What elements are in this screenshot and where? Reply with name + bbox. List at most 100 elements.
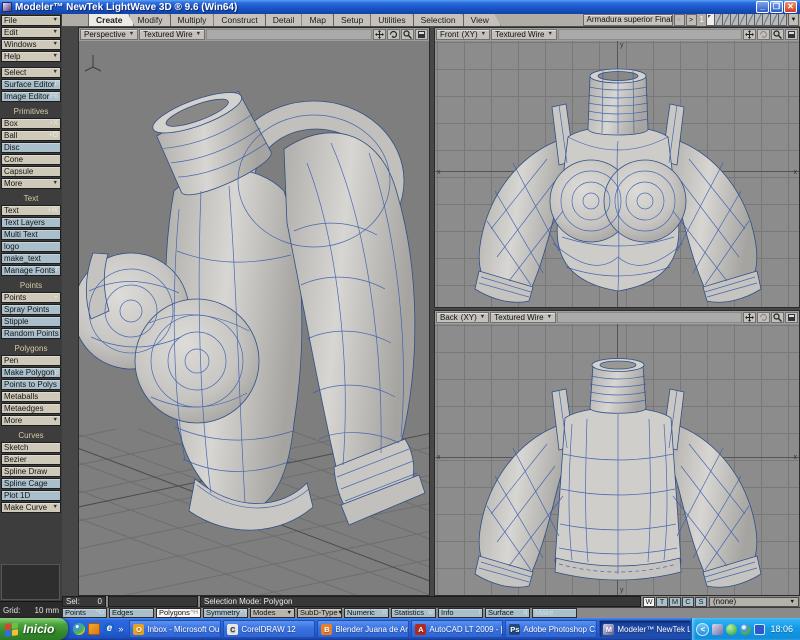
image-editor-button[interactable]: Image Editor F6 (1, 91, 61, 102)
logo-button[interactable]: logo (1, 241, 61, 252)
metaedges-button[interactable]: Metaedges (1, 403, 61, 414)
rotate-icon[interactable] (387, 29, 400, 40)
perspective-canvas[interactable] (79, 41, 429, 595)
symmetry-button[interactable]: Symmetry +Y (203, 608, 248, 618)
task-outlook[interactable]: O Inbox - Microsoft Ou... (129, 620, 222, 638)
plot-1d-button[interactable]: Plot 1D (1, 490, 61, 501)
tab-create[interactable]: Create (88, 13, 134, 26)
tray-color-orb-icon[interactable] (740, 623, 752, 635)
sketch-tool-button[interactable]: Sketch (1, 442, 61, 453)
text-layers-button[interactable]: Text Layers (1, 217, 61, 228)
tray-display-icon[interactable] (754, 623, 766, 635)
rotate-icon[interactable] (757, 29, 770, 40)
vmap-selection-button[interactable]: S (695, 596, 707, 607)
tab-modify[interactable]: Modify (129, 13, 174, 26)
front-style-dropdown[interactable]: Textured Wire ▼ (491, 29, 557, 40)
ball-tool-button[interactable]: Ball +O (1, 130, 61, 141)
back-view-dropdown[interactable]: Back (XY) ▼ (436, 312, 490, 323)
vmap-weight-button[interactable]: W (643, 596, 655, 607)
internet-explorer-icon[interactable]: e (103, 623, 116, 635)
perspective-view-dropdown[interactable]: Perspective ▼ (80, 29, 139, 40)
task-blender[interactable]: B Blender Juana de Ar... (317, 620, 410, 638)
polygons-more-button[interactable]: More ▼ (1, 415, 61, 426)
prev-object-button[interactable]: < (673, 13, 685, 26)
info-button[interactable]: Info i (438, 608, 483, 618)
layer-bank-dropdown[interactable]: ▼ (788, 13, 799, 26)
text-tool-button[interactable]: Text +W (1, 205, 61, 216)
tab-setup[interactable]: Setup (333, 13, 375, 26)
back-canvas[interactable]: y x x (435, 324, 799, 595)
tray-collapse-icon[interactable]: < (696, 622, 710, 636)
pan-icon[interactable] (743, 312, 756, 323)
modes-dropdown[interactable]: Modes ▼ (250, 608, 295, 618)
zoom-icon[interactable] (401, 29, 414, 40)
tab-construct[interactable]: Construct (213, 13, 269, 26)
vmap-color-button[interactable]: C (682, 596, 694, 607)
edges-mode-button[interactable]: Edges (109, 608, 154, 618)
task-photoshop[interactable]: Ps Adobe Photoshop C... (505, 620, 598, 638)
next-object-button[interactable]: > (685, 13, 697, 26)
restore-button[interactable]: ❐ (770, 1, 783, 13)
numeric-button[interactable]: Numeric n (344, 608, 389, 618)
capsule-tool-button[interactable]: Capsule (1, 166, 61, 177)
tab-map[interactable]: Map (301, 13, 338, 26)
perspective-style-dropdown[interactable]: Textured Wire ▼ (139, 29, 206, 40)
disc-tool-button[interactable]: Disc (1, 142, 61, 153)
front-view-dropdown[interactable]: Front (XY) ▼ (436, 29, 491, 40)
spray-points-button[interactable]: Spray Points (1, 304, 61, 315)
task-autocad[interactable]: A AutoCAD LT 2009 - [... (411, 620, 504, 638)
polygons-mode-button[interactable]: Polygons ^H (156, 608, 201, 618)
task-coreldraw[interactable]: C CorelDRAW 12 (223, 620, 316, 638)
chrome-icon[interactable] (73, 623, 86, 635)
vmap-morph-button[interactable]: M (669, 596, 681, 607)
multi-text-button[interactable]: Multi Text (1, 229, 61, 240)
windows-menu-button[interactable]: Windows ▼ (1, 39, 61, 50)
task-modeler[interactable]: MModeler™ NewTek Li... (599, 620, 692, 638)
surface-button[interactable]: Surface q (485, 608, 530, 618)
make-curve-button[interactable]: Make Curve ▼ (1, 502, 61, 513)
file-menu-button[interactable]: File ▼ (1, 15, 61, 26)
close-button[interactable]: ✕ (784, 1, 797, 13)
tab-selection[interactable]: Selection (413, 13, 468, 26)
tab-view[interactable]: View (463, 13, 501, 26)
random-points-button[interactable]: Random Points (1, 328, 61, 339)
tab-multiply[interactable]: Multiply (170, 13, 219, 26)
object-selector-dropdown[interactable]: Armadura superior Final...▼ (582, 13, 673, 26)
select-menu-button[interactable]: Select ▼ (1, 67, 61, 78)
edit-menu-button[interactable]: Edit ▼ (1, 27, 61, 38)
maximize-viewport-icon[interactable] (415, 29, 428, 40)
maximize-viewport-icon[interactable] (785, 312, 798, 323)
spline-cage-button[interactable]: Spline Cage (1, 478, 61, 489)
subd-type-dropdown[interactable]: SubD-Type▼ (297, 608, 342, 618)
points-mode-button[interactable]: Points ^G (62, 608, 107, 618)
layer-slot-10[interactable] (778, 13, 787, 26)
manage-fonts-button[interactable]: Manage FontsF10 (1, 265, 61, 276)
make-text-button[interactable]: make_text (1, 253, 61, 264)
cone-tool-button[interactable]: Cone (1, 154, 61, 165)
pan-icon[interactable] (373, 29, 386, 40)
pan-icon[interactable] (743, 29, 756, 40)
make-polygon-button[interactable]: Make Polygon p (1, 367, 61, 378)
mail-app-icon[interactable] (88, 623, 101, 635)
back-style-dropdown[interactable]: Textured Wire ▼ (490, 312, 557, 323)
box-tool-button[interactable]: Box +X (1, 118, 61, 129)
tray-lightwave-icon[interactable] (712, 623, 724, 635)
points-tool-button[interactable]: Points + (1, 292, 61, 303)
stipple-button[interactable]: Stipple (1, 316, 61, 327)
start-button[interactable]: Inicio (0, 618, 69, 640)
surface-editor-button[interactable]: Surface EditorF5 (1, 79, 61, 90)
pen-tool-button[interactable]: Pen (1, 355, 61, 366)
quick-launch-overflow-icon[interactable]: » (118, 624, 123, 634)
minimize-button[interactable]: _ (756, 1, 769, 13)
rotate-icon[interactable] (757, 312, 770, 323)
bezier-tool-button[interactable]: Bezier (1, 454, 61, 465)
spline-draw-button[interactable]: Spline Draw (1, 466, 61, 477)
vmap-texture-button[interactable]: T (656, 596, 668, 607)
front-canvas[interactable]: y x x (435, 41, 799, 307)
title-bar[interactable]: Modeler™ NewTek LightWave 3D ® 9.6 (Win6… (0, 0, 800, 14)
help-menu-button[interactable]: Help ▼ (1, 51, 61, 62)
maximize-viewport-icon[interactable] (785, 29, 798, 40)
statistics-button[interactable]: Statistics w (391, 608, 436, 618)
points-to-polys-button[interactable]: Points to Polys (1, 379, 61, 390)
tab-detail[interactable]: Detail (265, 13, 307, 26)
